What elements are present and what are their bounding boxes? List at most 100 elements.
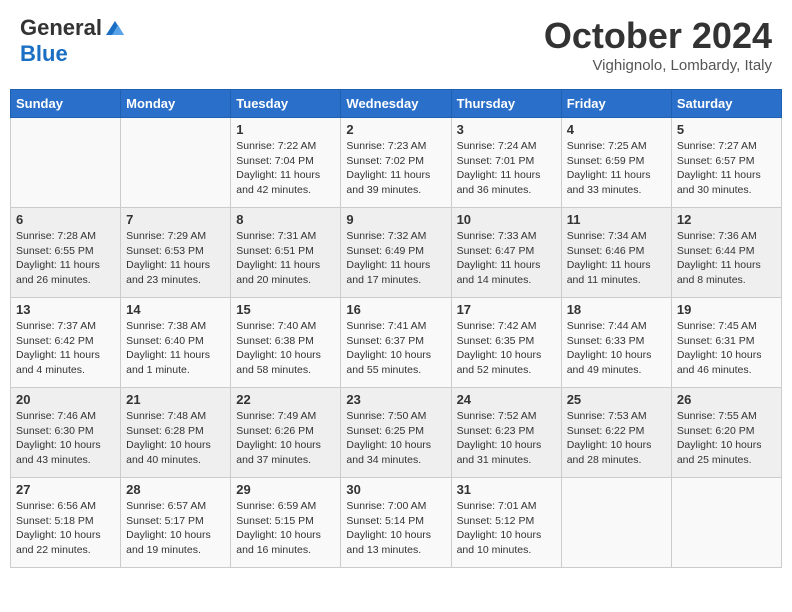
day-info: Sunrise: 7:40 AMSunset: 6:38 PMDaylight:… [236,319,335,378]
day-info: Sunrise: 7:53 AMSunset: 6:22 PMDaylight:… [567,409,666,468]
day-cell: 27Sunrise: 6:56 AMSunset: 5:18 PMDayligh… [11,478,121,568]
day-cell: 20 Sunrise: 7:46 AMSunset: 6:30 PMDayligh… [11,388,121,478]
day-info: Sunrise: 7:44 AMSunset: 6:33 PMDaylight:… [567,319,666,378]
week-row-5: 27Sunrise: 6:56 AMSunset: 5:18 PMDayligh… [11,478,782,568]
day-cell: 22 Sunrise: 7:49 AMSunset: 6:26 PMDayligh… [231,388,341,478]
day-info: Sunrise: 7:36 AMSunset: 6:44 PMDaylight:… [677,229,776,288]
day-info: Sunrise: 7:48 AMSunset: 6:28 PMDaylight:… [126,409,225,468]
day-info: Sunrise: 7:32 AMSunset: 6:49 PMDaylight:… [346,229,445,288]
day-number: 12 [677,212,776,227]
day-number: 25 [567,392,666,407]
day-info: Sunrise: 7:29 AMSunset: 6:53 PMDaylight:… [126,229,225,288]
day-number: 18 [567,302,666,317]
header-cell-thursday: Thursday [451,90,561,118]
title-block: October 2024 Vighignolo, Lombardy, Italy [544,15,772,74]
day-info: Sunrise: 7:55 AMSunset: 6:20 PMDaylight:… [677,409,776,468]
day-cell: 8 Sunrise: 7:31 AMSunset: 6:51 PMDaylight… [231,208,341,298]
week-row-2: 6Sunrise: 7:28 AMSunset: 6:55 PMDaylight… [11,208,782,298]
day-number: 17 [457,302,556,317]
header-cell-sunday: Sunday [11,90,121,118]
day-cell: 14 Sunrise: 7:38 AMSunset: 6:40 PMDayligh… [121,298,231,388]
day-number: 24 [457,392,556,407]
day-info: Sunrise: 7:23 AMSunset: 7:02 PMDaylight:… [346,139,445,198]
day-cell: 26 Sunrise: 7:55 AMSunset: 6:20 PMDayligh… [671,388,781,478]
day-info: Sunrise: 7:50 AMSunset: 6:25 PMDaylight:… [346,409,445,468]
day-info: Sunrise: 7:41 AMSunset: 6:37 PMDaylight:… [346,319,445,378]
day-info: Sunrise: 7:31 AMSunset: 6:51 PMDaylight:… [236,229,335,288]
day-cell: 25 Sunrise: 7:53 AMSunset: 6:22 PMDayligh… [561,388,671,478]
day-info: Sunrise: 7:45 AMSunset: 6:31 PMDaylight:… [677,319,776,378]
day-number: 7 [126,212,225,227]
day-number: 21 [126,392,225,407]
logo: General Blue [20,15,126,67]
day-cell [561,478,671,568]
day-cell: 13 Sunrise: 7:37 AMSunset: 6:42 PMDayligh… [11,298,121,388]
day-cell: 31 Sunrise: 7:01 AMSunset: 5:12 PMDayligh… [451,478,561,568]
day-info: Sunrise: 7:49 AMSunset: 6:26 PMDaylight:… [236,409,335,468]
day-info: Sunrise: 7:28 AMSunset: 6:55 PMDaylight:… [16,229,115,288]
day-number: 20 [16,392,115,407]
day-number: 14 [126,302,225,317]
day-cell: 28Sunrise: 6:57 AMSunset: 5:17 PMDayligh… [121,478,231,568]
day-cell: 15 Sunrise: 7:40 AMSunset: 6:38 PMDayligh… [231,298,341,388]
day-cell: 5Sunrise: 7:27 AMSunset: 6:57 PMDaylight… [671,118,781,208]
logo-general: General [20,15,102,41]
day-cell: 3Sunrise: 7:24 AMSunset: 7:01 PMDaylight… [451,118,561,208]
calendar-table: SundayMondayTuesdayWednesdayThursdayFrid… [10,89,782,568]
day-info: Sunrise: 7:01 AMSunset: 5:12 PMDaylight:… [457,499,556,558]
day-info: Sunrise: 7:34 AMSunset: 6:46 PMDaylight:… [567,229,666,288]
day-cell: 9 Sunrise: 7:32 AMSunset: 6:49 PMDaylight… [341,208,451,298]
day-cell: 21 Sunrise: 7:48 AMSunset: 6:28 PMDayligh… [121,388,231,478]
day-number: 26 [677,392,776,407]
day-info: Sunrise: 7:00 AMSunset: 5:14 PMDaylight:… [346,499,445,558]
day-cell: 11Sunrise: 7:34 AMSunset: 6:46 PMDayligh… [561,208,671,298]
day-info: Sunrise: 7:25 AMSunset: 6:59 PMDaylight:… [567,139,666,198]
day-number: 2 [346,122,445,137]
day-number: 22 [236,392,335,407]
day-number: 30 [346,482,445,497]
week-row-3: 13 Sunrise: 7:37 AMSunset: 6:42 PMDayligh… [11,298,782,388]
header-cell-tuesday: Tuesday [231,90,341,118]
day-cell: 6Sunrise: 7:28 AMSunset: 6:55 PMDaylight… [11,208,121,298]
day-cell: 10 Sunrise: 7:33 AMSunset: 6:47 PMDayligh… [451,208,561,298]
day-number: 8 [236,212,335,227]
day-info: Sunrise: 7:38 AMSunset: 6:40 PMDaylight:… [126,319,225,378]
day-number: 3 [457,122,556,137]
header-cell-wednesday: Wednesday [341,90,451,118]
day-number: 1 [236,122,335,137]
day-cell: 2 Sunrise: 7:23 AMSunset: 7:02 PMDaylight… [341,118,451,208]
week-row-4: 20 Sunrise: 7:46 AMSunset: 6:30 PMDayligh… [11,388,782,478]
day-number: 9 [346,212,445,227]
day-cell: 19Sunrise: 7:45 AMSunset: 6:31 PMDayligh… [671,298,781,388]
day-info: Sunrise: 7:22 AMSunset: 7:04 PMDaylight:… [236,139,335,198]
day-cell [671,478,781,568]
day-cell: 7 Sunrise: 7:29 AMSunset: 6:53 PMDaylight… [121,208,231,298]
day-info: Sunrise: 6:59 AMSunset: 5:15 PMDaylight:… [236,499,335,558]
day-cell: 1 Sunrise: 7:22 AMSunset: 7:04 PMDaylight… [231,118,341,208]
calendar-header-row: SundayMondayTuesdayWednesdayThursdayFrid… [11,90,782,118]
day-number: 10 [457,212,556,227]
day-number: 31 [457,482,556,497]
day-cell: 16 Sunrise: 7:41 AMSunset: 6:37 PMDayligh… [341,298,451,388]
day-number: 13 [16,302,115,317]
logo-blue: Blue [20,41,126,67]
day-cell: 4 Sunrise: 7:25 AMSunset: 6:59 PMDaylight… [561,118,671,208]
day-number: 16 [346,302,445,317]
day-info: Sunrise: 7:46 AMSunset: 6:30 PMDaylight:… [16,409,115,468]
day-cell: 23 Sunrise: 7:50 AMSunset: 6:25 PMDayligh… [341,388,451,478]
day-number: 15 [236,302,335,317]
header: General Blue October 2024 Vighignolo, Lo… [10,10,782,79]
day-number: 23 [346,392,445,407]
header-cell-saturday: Saturday [671,90,781,118]
header-cell-monday: Monday [121,90,231,118]
day-info: Sunrise: 7:37 AMSunset: 6:42 PMDaylight:… [16,319,115,378]
day-info: Sunrise: 7:52 AMSunset: 6:23 PMDaylight:… [457,409,556,468]
day-cell [11,118,121,208]
day-info: Sunrise: 6:56 AMSunset: 5:18 PMDaylight:… [16,499,115,558]
day-info: Sunrise: 7:42 AMSunset: 6:35 PMDaylight:… [457,319,556,378]
day-cell: 30 Sunrise: 7:00 AMSunset: 5:14 PMDayligh… [341,478,451,568]
day-info: Sunrise: 7:33 AMSunset: 6:47 PMDaylight:… [457,229,556,288]
day-cell: 12 Sunrise: 7:36 AMSunset: 6:44 PMDayligh… [671,208,781,298]
day-cell: 18 Sunrise: 7:44 AMSunset: 6:33 PMDayligh… [561,298,671,388]
day-number: 4 [567,122,666,137]
